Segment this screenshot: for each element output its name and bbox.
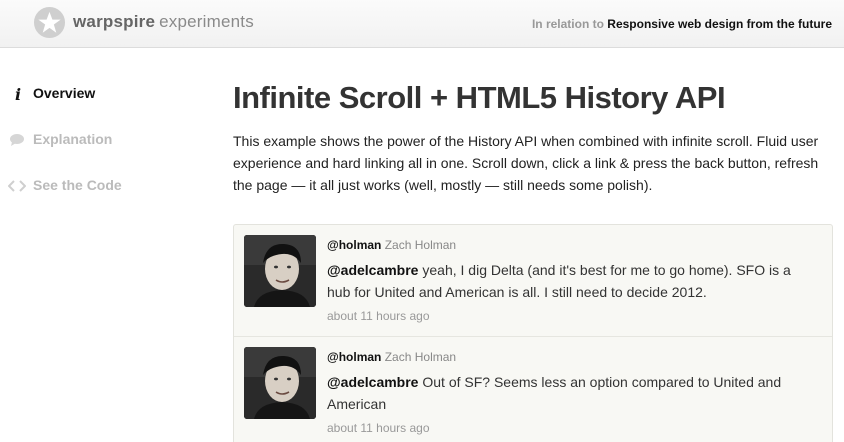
tweet-handle[interactable]: @holman — [327, 350, 381, 364]
tweet-item: @holman Zach Holman @adelcambre Out of S… — [234, 337, 832, 442]
relation-link[interactable]: Responsive web design from the future — [607, 17, 832, 31]
tweet-author: @holman Zach Holman — [327, 238, 456, 252]
tweet-item: @holman Zach Holman @adelcambre yeah, I … — [234, 225, 832, 337]
page-title: Infinite Scroll + HTML5 History API — [233, 80, 726, 115]
sidebar-item-overview[interactable]: i Overview — [6, 83, 206, 107]
intro-paragraph: This example shows the power of the Hist… — [233, 133, 819, 193]
relation-prefix: In relation to — [531, 17, 604, 31]
site-header: warpspire experiments In relation to Resp… — [0, 0, 844, 48]
avatar[interactable] — [244, 347, 316, 419]
tweet-mention[interactable]: @adelcambre — [327, 262, 418, 278]
code-brackets-icon — [6, 175, 28, 197]
tweet-timestamp[interactable]: about 11 hours ago — [327, 309, 430, 323]
speech-bubble-icon — [6, 129, 28, 151]
sidebar-item-label: See the Code — [33, 177, 122, 193]
tweet-timestamp[interactable]: about 11 hours ago — [327, 421, 430, 435]
tweet-list: @holman Zach Holman @adelcambre yeah, I … — [233, 224, 833, 442]
sidebar-item-see-the-code[interactable]: See the Code — [6, 175, 206, 199]
logo-secondary-text: experiments — [159, 12, 254, 31]
tweet-handle[interactable]: @holman — [327, 238, 381, 252]
logo-primary-text: warpspire — [73, 12, 156, 31]
tweet-text: @adelcambre Out of SF? Seems less an opt… — [327, 371, 817, 415]
tweet-name: Zach Holman — [384, 350, 457, 364]
tweet-text: @adelcambre yeah, I dig Delta (and it's … — [327, 259, 817, 303]
sidebar-item-label: Overview — [33, 85, 96, 101]
relation-note: In relation to Responsive web design fro… — [532, 17, 832, 31]
site-logo[interactable]: warpspire experiments — [73, 12, 254, 32]
info-icon: i — [6, 83, 28, 105]
avatar[interactable] — [244, 235, 316, 307]
star-logo-icon[interactable] — [33, 6, 66, 39]
svg-text:i: i — [15, 86, 21, 102]
tweet-name: Zach Holman — [384, 238, 457, 252]
tweet-mention[interactable]: @adelcambre — [327, 374, 418, 390]
sidebar-item-explanation[interactable]: Explanation — [6, 129, 206, 153]
sidebar-item-label: Explanation — [33, 131, 113, 147]
tweet-author: @holman Zach Holman — [327, 350, 456, 364]
